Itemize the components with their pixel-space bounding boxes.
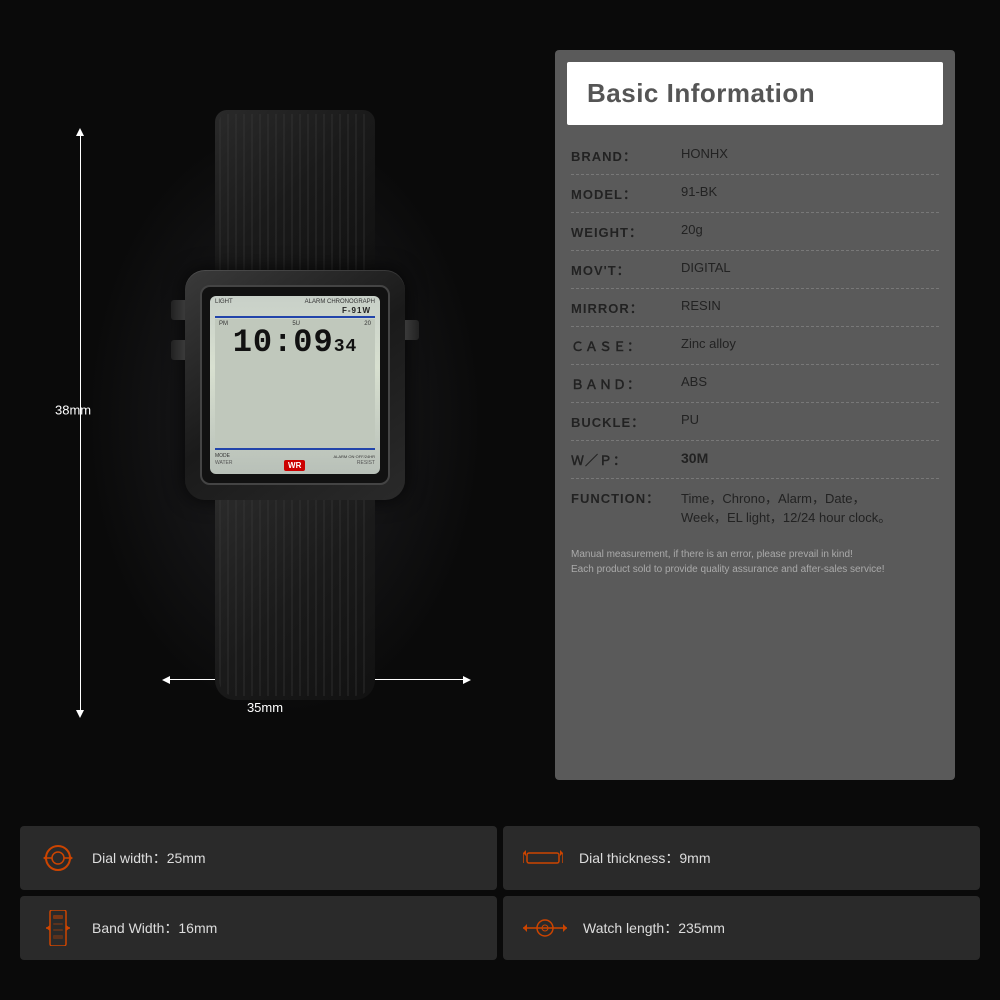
weight-key: WEIGHT： bbox=[571, 222, 681, 241]
resist-label: RESIST bbox=[357, 460, 375, 471]
watch-button-left2 bbox=[171, 340, 185, 360]
dial-thickness-icon bbox=[523, 847, 563, 869]
model-name: F-91W bbox=[215, 306, 375, 315]
mirror-val: RESIN bbox=[681, 298, 939, 313]
movt-val: DIGITAL bbox=[681, 260, 939, 275]
watch-section: 38mm 35mm LIGHT ALARM CHRONOGRAPH bbox=[45, 50, 525, 790]
blue-accent-line-2 bbox=[215, 448, 375, 450]
wr-badge: WR bbox=[284, 460, 305, 471]
row-case: ＣＡＳＥ： Zinc alloy bbox=[571, 327, 939, 365]
row-brand: BRAND： HONHX bbox=[571, 137, 939, 175]
dial-width-icon bbox=[40, 842, 76, 874]
info-table: BRAND： HONHX MODEL： 91-BK WEIGHT： 20g MO… bbox=[555, 137, 955, 535]
spec-dial-width: Dial width：25mm bbox=[20, 826, 497, 890]
wp-key: Ｗ／Ｐ： bbox=[571, 450, 681, 469]
v-arrow-top bbox=[76, 128, 84, 136]
time-display: 10:0934 bbox=[219, 327, 371, 359]
watch-face: LIGHT ALARM CHRONOGRAPH F-91W PM 5U 20 1… bbox=[210, 296, 380, 474]
blue-accent-line bbox=[215, 316, 375, 318]
watch-case: LIGHT ALARM CHRONOGRAPH F-91W PM 5U 20 1… bbox=[185, 270, 405, 500]
bottom-row-2: Band Width：16mm Watch length：235mm bbox=[20, 896, 980, 960]
watch-button-right bbox=[405, 320, 419, 340]
disclaimer-line2: Each product sold to provide quality ass… bbox=[571, 562, 939, 577]
case-key: ＣＡＳＥ： bbox=[571, 336, 681, 355]
band-width-label: Band Width：16mm bbox=[92, 918, 217, 938]
face-bottom-row: MODE ALARM ON·OFF/24HR bbox=[215, 453, 375, 459]
watch-length-icon bbox=[523, 914, 567, 942]
face-top-bar: LIGHT ALARM CHRONOGRAPH bbox=[215, 299, 375, 305]
row-buckle: BUCKLE： PU bbox=[571, 403, 939, 441]
face-display-area: PM 5U 20 10:0934 bbox=[215, 319, 375, 447]
mode-label: MODE bbox=[215, 453, 230, 459]
movt-key: MOV'T： bbox=[571, 260, 681, 279]
model-key: MODEL： bbox=[571, 184, 681, 203]
function-key: FUNCTION： bbox=[571, 488, 681, 507]
info-disclaimer: Manual measurement, if there is an error… bbox=[555, 539, 955, 585]
info-card: Basic Information BRAND： HONHX MODEL： 91… bbox=[555, 50, 955, 780]
row-weight: WEIGHT： 20g bbox=[571, 213, 939, 251]
info-title: Basic Information bbox=[587, 78, 923, 109]
water-label: WATER bbox=[215, 460, 233, 471]
row-function: FUNCTION： Time，Chrono，Alarm，Date，Week，EL… bbox=[571, 479, 939, 535]
vertical-measure-line bbox=[80, 130, 81, 710]
light-label: LIGHT bbox=[215, 299, 233, 305]
watch-length-label: Watch length：235mm bbox=[583, 918, 725, 938]
dial-width-label: Dial width：25mm bbox=[92, 848, 206, 868]
model-val: 91-BK bbox=[681, 184, 939, 199]
watch-illustration: LIGHT ALARM CHRONOGRAPH F-91W PM 5U 20 1… bbox=[105, 110, 485, 810]
row-movt: MOV'T： DIGITAL bbox=[571, 251, 939, 289]
disclaimer-line1: Manual measurement, if there is an error… bbox=[571, 547, 939, 562]
row-wp: Ｗ／Ｐ： 30M bbox=[571, 441, 939, 479]
alarm-chrono-label: ALARM CHRONOGRAPH bbox=[305, 299, 375, 305]
face-bottom-text: WATER WR RESIST bbox=[215, 460, 375, 471]
main-content: 38mm 35mm LIGHT ALARM CHRONOGRAPH bbox=[0, 0, 1000, 820]
band-val: ABS bbox=[681, 374, 939, 389]
bottom-row-1: Dial width：25mm Dial thickness：9mm bbox=[20, 826, 980, 890]
dial-thickness-label: Dial thickness：9mm bbox=[579, 848, 710, 868]
row-model: MODEL： 91-BK bbox=[571, 175, 939, 213]
watch-face-outer: LIGHT ALARM CHRONOGRAPH F-91W PM 5U 20 1… bbox=[200, 285, 390, 485]
spec-watch-length: Watch length：235mm bbox=[503, 896, 980, 960]
height-label: 38mm bbox=[55, 403, 91, 418]
function-val: Time，Chrono，Alarm，Date，Week，EL light，12/… bbox=[681, 488, 939, 526]
case-val: Zinc alloy bbox=[681, 336, 939, 351]
spec-band-width: Band Width：16mm bbox=[20, 896, 497, 960]
info-header: Basic Information bbox=[567, 62, 943, 125]
bottom-bars: Dial width：25mm Dial thickness：9mm bbox=[0, 820, 1000, 1000]
row-mirror: MIRROR： RESIN bbox=[571, 289, 939, 327]
spec-dial-thickness: Dial thickness：9mm bbox=[503, 826, 980, 890]
watch-band-top bbox=[215, 110, 375, 270]
brand-val: HONHX bbox=[681, 146, 939, 161]
alarm-label: ALARM ON·OFF/24HR bbox=[333, 454, 375, 459]
band-key: ＢＡＮＤ： bbox=[571, 374, 681, 393]
v-arrow-bottom bbox=[76, 710, 84, 718]
brand-key: BRAND： bbox=[571, 146, 681, 165]
buckle-val: PU bbox=[681, 412, 939, 427]
wp-val: 30M bbox=[681, 450, 939, 466]
weight-val: 20g bbox=[681, 222, 939, 237]
band-width-icon bbox=[40, 910, 76, 946]
buckle-key: BUCKLE： bbox=[571, 412, 681, 431]
mirror-key: MIRROR： bbox=[571, 298, 681, 317]
watch-button-left bbox=[171, 300, 185, 320]
watch-band-bottom bbox=[215, 500, 375, 700]
row-band: ＢＡＮＤ： ABS bbox=[571, 365, 939, 403]
